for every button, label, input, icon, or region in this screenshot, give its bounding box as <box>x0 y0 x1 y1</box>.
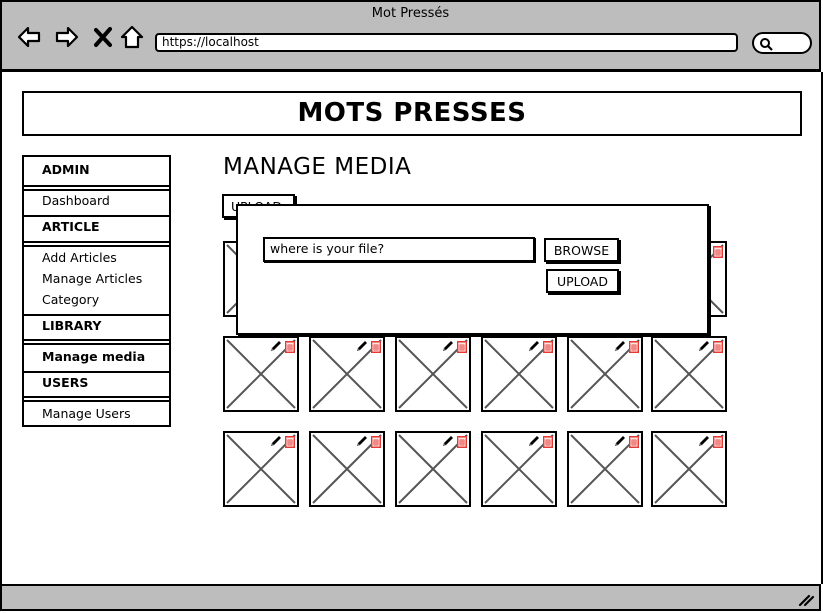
pencil-icon[interactable] <box>355 434 369 448</box>
pencil-icon[interactable] <box>441 339 455 353</box>
app-header: MOTS PRESSES <box>22 91 802 136</box>
media-tile[interactable] <box>651 431 727 507</box>
magnifier-icon <box>760 38 773 51</box>
trash-icon[interactable] <box>628 340 640 354</box>
media-tile[interactable] <box>481 431 557 507</box>
pencil-icon[interactable] <box>697 339 711 353</box>
trash-icon[interactable] <box>370 435 382 449</box>
trash-icon[interactable] <box>456 435 468 449</box>
trash-icon[interactable] <box>712 435 724 449</box>
media-tile[interactable] <box>395 431 471 507</box>
upload-dialog: where is your file? BROWSE UPLOAD <box>236 204 709 335</box>
trash-icon[interactable] <box>712 340 724 354</box>
media-tile[interactable] <box>223 431 299 507</box>
pencil-icon[interactable] <box>527 339 541 353</box>
trash-icon[interactable] <box>284 340 296 354</box>
file-path-input[interactable]: where is your file? <box>263 237 535 262</box>
media-tile[interactable] <box>567 431 643 507</box>
dialog-upload-button[interactable]: UPLOAD <box>546 269 619 293</box>
sidebar-item-add-articles[interactable]: Add Articles <box>42 250 117 265</box>
pencil-icon[interactable] <box>527 434 541 448</box>
pencil-icon[interactable] <box>613 434 627 448</box>
trash-icon[interactable] <box>542 340 554 354</box>
sidebar-heading-library: LIBRARY <box>42 318 102 333</box>
page-title: MANAGE MEDIA <box>223 154 412 180</box>
trash-icon[interactable] <box>370 340 382 354</box>
browse-button[interactable]: BROWSE <box>544 238 619 262</box>
sidebar-item-manage-articles[interactable]: Manage Articles <box>42 271 142 286</box>
sidebar-heading-users: USERS <box>42 375 89 390</box>
sidebar-item-manage-users[interactable]: Manage Users <box>42 406 131 421</box>
stop-x-icon[interactable] <box>93 24 113 50</box>
media-tile[interactable] <box>309 431 385 507</box>
media-tile[interactable] <box>651 336 727 412</box>
home-icon[interactable] <box>119 24 145 50</box>
trash-icon[interactable] <box>628 435 640 449</box>
window-title: Mot Pressés <box>371 6 450 21</box>
address-bar[interactable]: https://localhost <box>155 33 738 52</box>
media-tile[interactable] <box>395 336 471 412</box>
media-tile[interactable] <box>481 336 557 412</box>
browser-search-box[interactable] <box>752 32 812 54</box>
sidebar-heading-admin: ADMIN <box>42 162 90 177</box>
resize-grip-icon[interactable] <box>797 591 815 607</box>
pencil-icon[interactable] <box>441 434 455 448</box>
pencil-icon[interactable] <box>697 434 711 448</box>
sidebar-nav: ADMIN Dashboard ARTICLE Add Articles Man… <box>22 155 171 427</box>
trash-icon[interactable] <box>712 245 724 259</box>
trash-icon[interactable] <box>456 340 468 354</box>
media-tile[interactable] <box>567 336 643 412</box>
trash-icon[interactable] <box>284 435 296 449</box>
trash-icon[interactable] <box>542 435 554 449</box>
media-tile[interactable] <box>309 336 385 412</box>
sidebar-heading-article: ARTICLE <box>42 219 100 234</box>
sidebar-item-dashboard[interactable]: Dashboard <box>42 193 110 208</box>
status-bar <box>0 584 821 611</box>
sidebar-item-category[interactable]: Category <box>42 292 99 307</box>
pencil-icon[interactable] <box>355 339 369 353</box>
media-tile[interactable] <box>223 336 299 412</box>
browser-toolbar: Mot Pressés https://localhost <box>0 0 821 72</box>
pencil-icon[interactable] <box>269 434 283 448</box>
back-arrow-icon[interactable] <box>16 24 42 50</box>
sidebar-item-manage-media[interactable]: Manage media <box>42 349 145 364</box>
forward-arrow-icon[interactable] <box>54 24 80 50</box>
pencil-icon[interactable] <box>613 339 627 353</box>
pencil-icon[interactable] <box>269 339 283 353</box>
